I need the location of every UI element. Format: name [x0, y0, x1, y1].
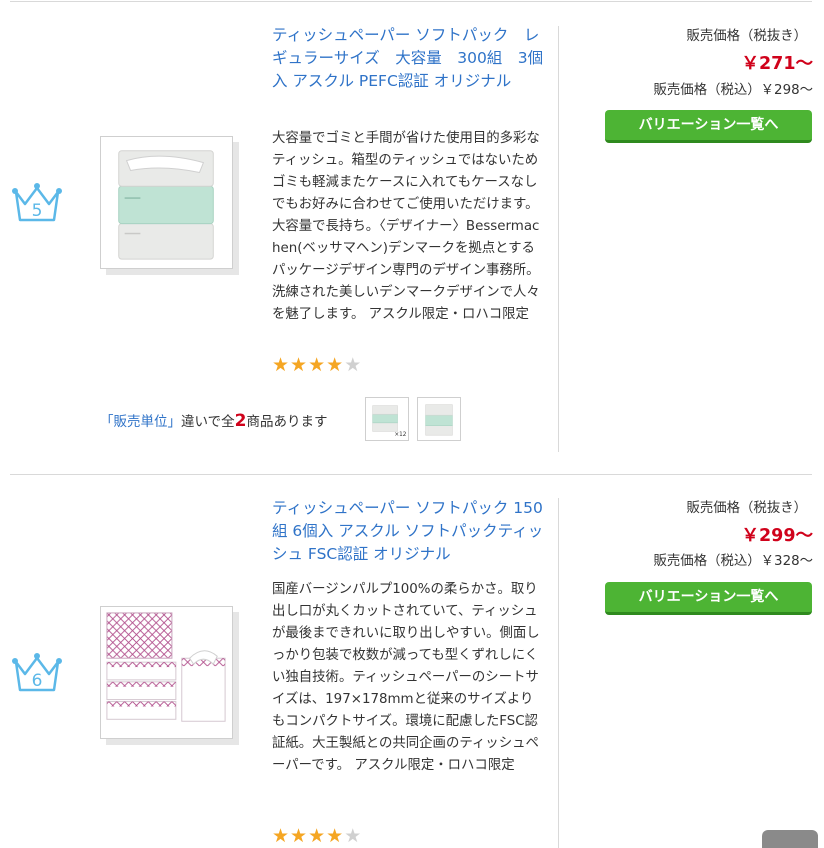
star-icon: ★: [290, 354, 308, 376]
variant-note: 「販売単位」違いで全2商品あります: [100, 410, 327, 431]
variation-list-button[interactable]: バリエーション一覧へ: [605, 582, 812, 615]
product-image[interactable]: [100, 606, 233, 739]
rank-number: 6: [32, 671, 43, 691]
price-incl-tax: 販売価格（税込）￥328～: [653, 554, 813, 569]
variant-thumbnail[interactable]: ×12: [365, 397, 409, 441]
price-label: 販売価格（税抜き）: [686, 29, 807, 44]
rating-stars: ★ ★ ★ ★ ★: [272, 355, 361, 375]
rating-stars: ★ ★ ★ ★ ★: [272, 826, 361, 846]
variation-list-button[interactable]: バリエーション一覧へ: [605, 110, 812, 143]
star-icon: ★: [326, 354, 344, 376]
rank-crown-icon: 6: [10, 650, 64, 694]
product-divider: [10, 474, 812, 475]
rank-number: 5: [32, 201, 43, 221]
price-excl-tax: ￥271～: [741, 54, 813, 74]
star-icon: ★: [290, 825, 308, 847]
variant-note-text: 違いで全: [181, 414, 235, 430]
product-image[interactable]: [100, 136, 233, 269]
column-divider: [558, 26, 559, 452]
column-divider: [558, 498, 559, 848]
variant-unit-link[interactable]: 「販売単位」: [100, 414, 181, 430]
top-divider: [10, 1, 812, 2]
rank-crown-icon: 5: [10, 180, 64, 224]
star-empty-icon: ★: [344, 825, 362, 847]
star-icon: ★: [326, 825, 344, 847]
product-title-link[interactable]: ティッシュペーパー ソフトパック レギュラーサイズ 大容量 300組 3個入 ア…: [272, 24, 547, 93]
star-icon: ★: [272, 354, 290, 376]
product-description: 国産バージンパルプ100%の柔らかさ。取り出し口が丸くカットされていて、ティッシ…: [272, 582, 540, 773]
star-empty-icon: ★: [344, 354, 362, 376]
scroll-top-button[interactable]: [762, 830, 818, 848]
price-label: 販売価格（税抜き）: [686, 501, 807, 516]
price-excl-tax: ￥299～: [741, 526, 813, 546]
star-icon: ★: [272, 825, 290, 847]
star-icon: ★: [308, 354, 326, 376]
price-incl-tax: 販売価格（税込）￥298～: [653, 83, 813, 98]
star-icon: ★: [308, 825, 326, 847]
variant-thumbnail[interactable]: [417, 397, 461, 441]
product-description: 大容量でゴミと手間が省けた使用目的多彩なティッシュ。箱型のティッシュではないため…: [272, 131, 540, 322]
product-title-link[interactable]: ティッシュペーパー ソフトパック 150組 6個入 アスクル ソフトパックティッ…: [272, 497, 547, 566]
thumb-badge: ×12: [394, 432, 406, 438]
variant-note-suffix: 商品あります: [246, 414, 328, 430]
variant-count: 2: [234, 411, 247, 431]
